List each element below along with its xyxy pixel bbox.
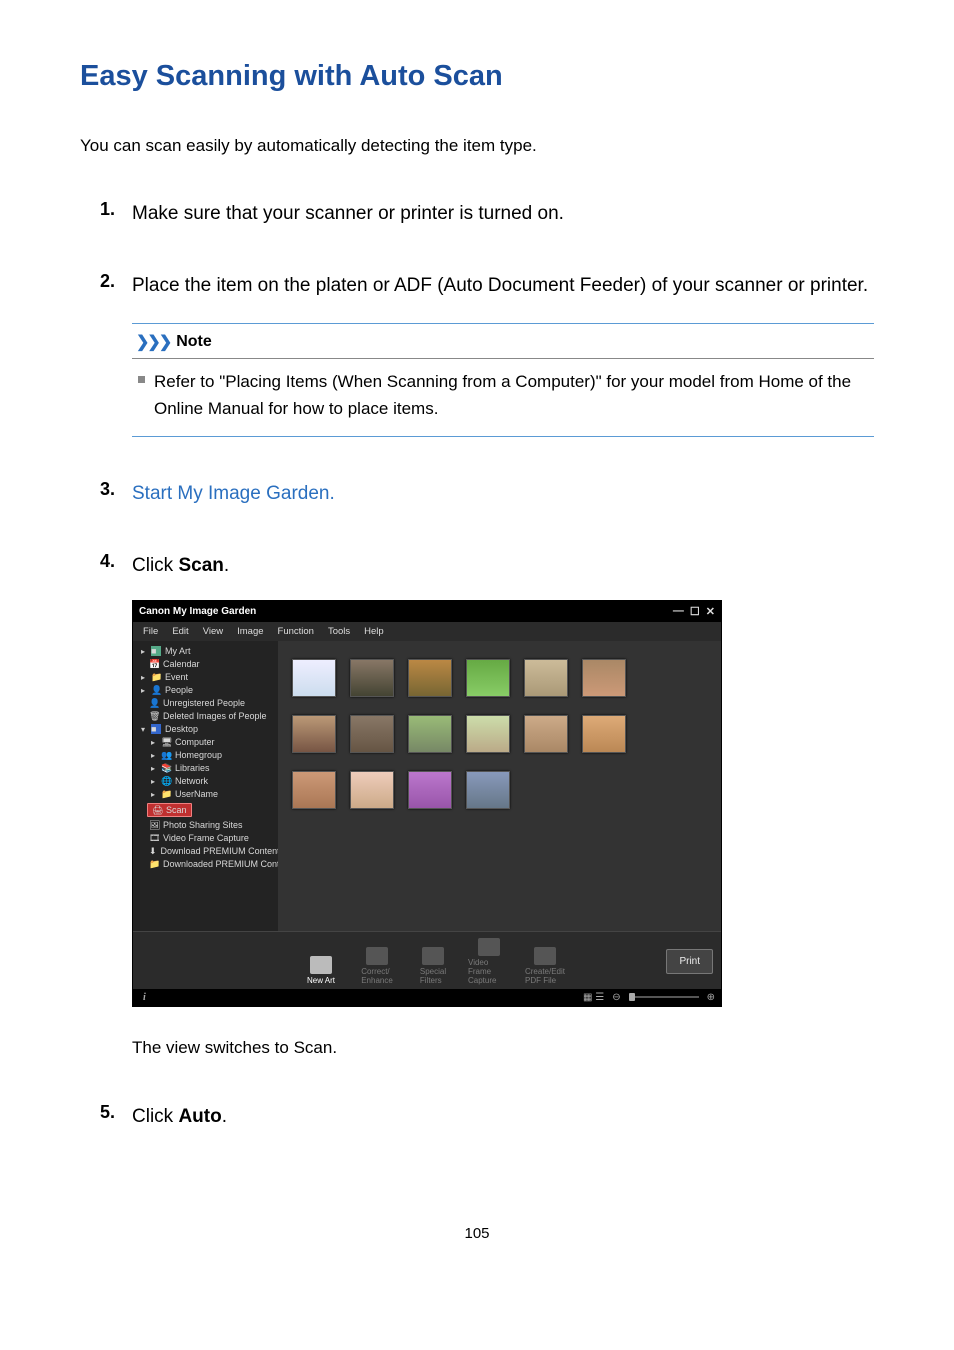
sidebar-item-myart[interactable]: ▸■My Art <box>137 645 274 658</box>
new-art-button[interactable]: New Art <box>300 956 342 985</box>
intro-text: You can scan easily by automatically det… <box>80 133 874 159</box>
sidebar-item-video-frame[interactable]: 🎞Video Frame Capture <box>137 832 274 845</box>
sidebar-item-network[interactable]: ▸🌐Network <box>137 775 274 788</box>
step-5-text: Click Auto. <box>132 1102 874 1132</box>
note-body: Refer to "Placing Items (When Scanning f… <box>132 359 874 436</box>
step-5: Click Auto. <box>80 1102 874 1132</box>
step-5-bold: Auto <box>178 1106 221 1127</box>
thumbnail[interactable] <box>350 771 394 809</box>
step-4-prefix: Click <box>132 555 178 576</box>
thumbnail[interactable] <box>350 659 394 697</box>
thumbnail[interactable] <box>582 659 626 697</box>
sidebar-item-libraries[interactable]: ▸📚Libraries <box>137 762 274 775</box>
thumbnail[interactable] <box>582 715 626 753</box>
sidebar-item-calendar[interactable]: 📅Calendar <box>137 658 274 671</box>
menu-file[interactable]: File <box>143 626 158 637</box>
step-2-text: Place the item on the platen or ADF (Aut… <box>132 271 874 301</box>
sidebar-item-downloaded-premium[interactable]: 📁Downloaded PREMIUM Contents <box>137 858 274 871</box>
sidebar-item-event[interactable]: ▸📁Event <box>137 671 274 684</box>
note-header: ❯❯❯ Note <box>132 324 874 359</box>
step-4-caption: The view switches to Scan. <box>132 1035 874 1061</box>
correct-enhance-button[interactable]: Correct/ Enhance <box>356 947 398 985</box>
step-4-suffix: . <box>224 555 229 576</box>
sidebar-item-computer[interactable]: ▸🖥Computer <box>137 736 274 749</box>
sidebar-item-scan[interactable]: 🖨Scan <box>147 803 192 817</box>
app-titlebar: Canon My Image Garden — ☐ ✕ <box>133 601 721 622</box>
thumbnail[interactable] <box>408 715 452 753</box>
maximize-icon[interactable]: ☐ <box>690 605 700 618</box>
sidebar-item-photo-sharing[interactable]: 🖼Photo Sharing Sites <box>137 819 274 832</box>
step-4-text: Click Scan. <box>132 551 874 581</box>
step-4: Click Scan. Canon My Image Garden — ☐ ✕ … <box>80 551 874 1060</box>
close-icon[interactable]: ✕ <box>706 605 715 618</box>
menu-view[interactable]: View <box>203 626 223 637</box>
minimize-icon[interactable]: — <box>673 605 684 618</box>
step-3-text: Start My Image Garden. <box>132 479 874 509</box>
thumbnail[interactable] <box>408 771 452 809</box>
menu-edit[interactable]: Edit <box>172 626 188 637</box>
sidebar-item-deleted[interactable]: 🗑Deleted Images of People <box>137 710 274 723</box>
step-2: Place the item on the platen or ADF (Aut… <box>80 271 874 437</box>
thumbnail[interactable] <box>466 659 510 697</box>
window-controls[interactable]: — ☐ ✕ <box>673 605 715 618</box>
steps-list: Make sure that your scanner or printer i… <box>80 199 874 1133</box>
zoom-out-icon[interactable]: ⊖ <box>612 992 620 1003</box>
step-5-prefix: Click <box>132 1106 178 1127</box>
step-1-text: Make sure that your scanner or printer i… <box>132 199 874 229</box>
step-3: Start My Image Garden. <box>80 479 874 509</box>
thumbnail[interactable] <box>466 715 510 753</box>
zoom-in-icon[interactable]: ⊕ <box>707 992 715 1003</box>
step-5-suffix: . <box>222 1106 227 1127</box>
sidebar-item-unregistered[interactable]: 👤Unregistered People <box>137 697 274 710</box>
create-edit-pdf-button[interactable]: Create/Edit PDF File <box>524 947 566 985</box>
menu-function[interactable]: Function <box>278 626 314 637</box>
step-4-bold: Scan <box>178 555 223 576</box>
page-number: 105 <box>80 1175 874 1242</box>
page-title: Easy Scanning with Auto Scan <box>80 60 874 93</box>
app-statusbar: i ▦ ☰ ⊖ ⊕ <box>133 989 721 1006</box>
sidebar-item-homegroup[interactable]: ▸👥Homegroup <box>137 749 274 762</box>
note-box: ❯❯❯ Note Refer to "Placing Items (When S… <box>132 323 874 437</box>
video-frame-capture-button[interactable]: Video Frame Capture <box>468 938 510 985</box>
sidebar-item-people[interactable]: ▸👤People <box>137 684 274 697</box>
sidebar-item-download-premium[interactable]: ⬇Download PREMIUM Contents <box>137 845 274 858</box>
note-italic: Online Manual <box>154 399 264 418</box>
start-link[interactable]: Start My Image Garden. <box>132 483 335 504</box>
thumbnail[interactable] <box>466 771 510 809</box>
app-toolbar: New Art Correct/ Enhance Special Filters… <box>133 931 721 989</box>
thumbnail-area <box>278 641 721 931</box>
step-4-caption-suffix: . <box>332 1038 337 1057</box>
print-button[interactable]: Print <box>666 949 713 974</box>
thumbnail[interactable] <box>292 715 336 753</box>
sidebar-item-username[interactable]: ▸📁UserName <box>137 788 274 801</box>
sidebar: ▸■My Art 📅Calendar ▸📁Event ▸👤People 👤Unr… <box>133 641 278 931</box>
app-body: ▸■My Art 📅Calendar ▸📁Event ▸👤People 👤Unr… <box>133 641 721 931</box>
thumbnail[interactable] <box>408 659 452 697</box>
thumbnail[interactable] <box>524 715 568 753</box>
thumbnail[interactable] <box>350 715 394 753</box>
note-text-prefix: Refer to "Placing Items (When Scanning f… <box>154 372 851 391</box>
sidebar-item-desktop[interactable]: ▾■Desktop <box>137 723 274 736</box>
view-mode-icons[interactable]: ▦ ☰ <box>583 992 604 1003</box>
app-window: Canon My Image Garden — ☐ ✕ File Edit Vi… <box>132 600 722 1007</box>
step-1: Make sure that your scanner or printer i… <box>80 199 874 229</box>
step-4-caption-prefix: The view switches to <box>132 1038 294 1057</box>
thumbnail[interactable] <box>292 771 336 809</box>
thumbnail[interactable] <box>292 659 336 697</box>
note-text-suffix: for how to place items. <box>264 399 439 418</box>
menu-help[interactable]: Help <box>364 626 384 637</box>
zoom-slider[interactable] <box>629 996 699 998</box>
app-title: Canon My Image Garden <box>139 606 256 617</box>
menu-image[interactable]: Image <box>237 626 263 637</box>
menu-tools[interactable]: Tools <box>328 626 350 637</box>
note-chevrons-icon: ❯❯❯ <box>136 332 170 352</box>
special-filters-button[interactable]: Special Filters <box>412 947 454 985</box>
thumbnail[interactable] <box>524 659 568 697</box>
app-menubar: File Edit View Image Function Tools Help <box>133 622 721 641</box>
step-4-caption-bold: Scan <box>294 1038 333 1057</box>
note-title: Note <box>176 333 212 351</box>
info-icon[interactable]: i <box>143 992 146 1003</box>
